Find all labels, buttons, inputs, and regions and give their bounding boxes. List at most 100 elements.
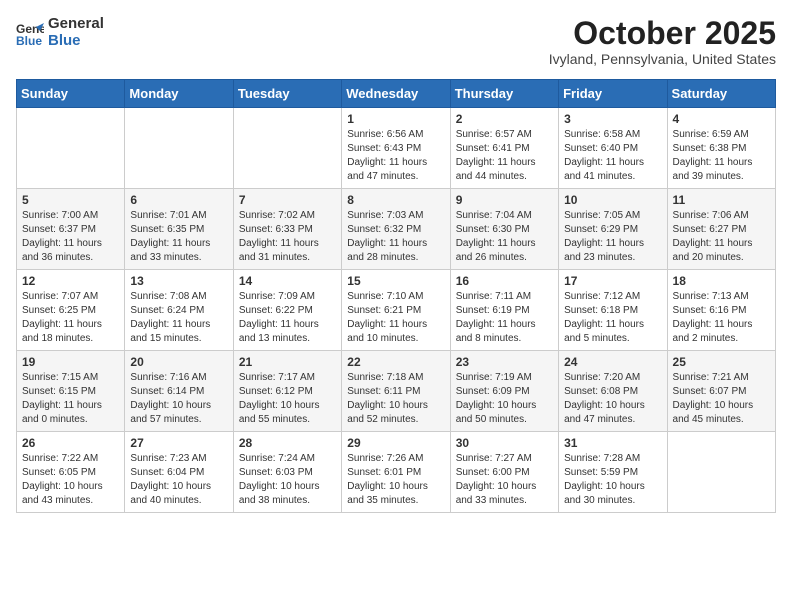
day-cell [667,432,775,513]
day-cell: 20Sunrise: 7:16 AMSunset: 6:14 PMDayligh… [125,351,233,432]
day-number: 28 [239,436,336,450]
day-cell: 13 Sunrise: 7:08 AMSunset: 6:24 PMDayligh… [125,270,233,351]
day-cell [17,108,125,189]
svg-text:Blue: Blue [16,34,42,47]
day-cell: 12 Sunrise: 7:07 AMSunset: 6:25 PMDayligh… [17,270,125,351]
day-number: 29 [347,436,444,450]
weekday-header-sunday: Sunday [17,80,125,108]
day-number: 24 [564,355,661,369]
weekday-header-friday: Friday [559,80,667,108]
week-row-3: 12 Sunrise: 7:07 AMSunset: 6:25 PMDayligh… [17,270,776,351]
day-cell: 21Sunrise: 7:17 AMSunset: 6:12 PMDayligh… [233,351,341,432]
day-cell: 30 Sunrise: 7:27 AMSunset: 6:00 PMDayligh… [450,432,558,513]
day-cell: 28 Sunrise: 7:24 AMSunset: 6:03 PMDayligh… [233,432,341,513]
day-info: Sunrise: 7:04 AMSunset: 6:30 PMDaylight:… [456,209,553,265]
week-row-4: 19 Sunrise: 7:15 AMSunset: 6:15 PMDayligh… [17,351,776,432]
day-info: Sunrise: 7:07 AMSunset: 6:25 PMDaylight:… [22,290,119,346]
day-info: Sunrise: 7:03 AMSunset: 6:32 PMDaylight:… [347,209,444,265]
weekday-header-monday: Monday [125,80,233,108]
day-cell: 4Sunrise: 6:59 AMSunset: 6:38 PMDaylight… [667,108,775,189]
logo-blue: Blue [48,33,104,50]
day-info: Sunrise: 7:06 AMSunset: 6:27 PMDaylight:… [673,209,770,265]
day-info: Sunrise: 6:59 AMSunset: 6:38 PMDaylight:… [673,128,770,184]
day-info: Sunrise: 7:15 AMSunset: 6:15 PMDaylight:… [22,371,119,427]
logo-general: General [48,16,104,33]
weekday-header-tuesday: Tuesday [233,80,341,108]
day-info: Sunrise: 7:20 AMSunset: 6:08 PMDaylight:… [564,371,661,427]
day-number: 30 [456,436,553,450]
day-number: 19 [22,355,119,369]
day-info: Sunrise: 6:58 AMSunset: 6:40 PMDaylight:… [564,128,661,184]
day-cell: 14 Sunrise: 7:09 AMSunset: 6:22 PMDayligh… [233,270,341,351]
day-cell: 27Sunrise: 7:23 AMSunset: 6:04 PMDayligh… [125,432,233,513]
day-number: 7 [239,193,336,207]
day-number: 31 [564,436,661,450]
day-cell: 23 Sunrise: 7:19 AMSunset: 6:09 PMDayligh… [450,351,558,432]
day-info: Sunrise: 7:24 AMSunset: 6:03 PMDaylight:… [239,452,336,508]
weekday-header-row: SundayMondayTuesdayWednesdayThursdayFrid… [17,80,776,108]
day-info: Sunrise: 7:28 AMSunset: 5:59 PMDaylight:… [564,452,661,508]
day-cell: 9 Sunrise: 7:04 AMSunset: 6:30 PMDaylight… [450,189,558,270]
day-number: 8 [347,193,444,207]
day-info: Sunrise: 6:56 AMSunset: 6:43 PMDaylight:… [347,128,444,184]
day-number: 18 [673,274,770,288]
day-cell: 11 Sunrise: 7:06 AMSunset: 6:27 PMDayligh… [667,189,775,270]
day-number: 14 [239,274,336,288]
day-number: 17 [564,274,661,288]
day-info: Sunrise: 7:22 AMSunset: 6:05 PMDaylight:… [22,452,119,508]
day-number: 2 [456,112,553,126]
day-cell: 16Sunrise: 7:11 AMSunset: 6:19 PMDayligh… [450,270,558,351]
day-info: Sunrise: 7:08 AMSunset: 6:24 PMDaylight:… [130,290,227,346]
day-number: 13 [130,274,227,288]
day-number: 11 [673,193,770,207]
calendar-table: SundayMondayTuesdayWednesdayThursdayFrid… [16,79,776,513]
day-number: 10 [564,193,661,207]
month-title: October 2025 [549,16,776,51]
day-info: Sunrise: 7:01 AMSunset: 6:35 PMDaylight:… [130,209,227,265]
day-cell: 29 Sunrise: 7:26 AMSunset: 6:01 PMDayligh… [342,432,450,513]
day-info: Sunrise: 7:21 AMSunset: 6:07 PMDaylight:… [673,371,770,427]
week-row-5: 26 Sunrise: 7:22 AMSunset: 6:05 PMDayligh… [17,432,776,513]
day-number: 23 [456,355,553,369]
day-number: 6 [130,193,227,207]
day-info: Sunrise: 7:23 AMSunset: 6:04 PMDaylight:… [130,452,227,508]
day-cell: 17 Sunrise: 7:12 AMSunset: 6:18 PMDayligh… [559,270,667,351]
day-info: Sunrise: 7:10 AMSunset: 6:21 PMDaylight:… [347,290,444,346]
day-cell: 18 Sunrise: 7:13 AMSunset: 6:16 PMDayligh… [667,270,775,351]
day-cell: 19 Sunrise: 7:15 AMSunset: 6:15 PMDayligh… [17,351,125,432]
day-number: 26 [22,436,119,450]
location: Ivyland, Pennsylvania, United States [549,51,776,67]
week-row-1: 1 Sunrise: 6:56 AMSunset: 6:43 PMDaylight… [17,108,776,189]
day-cell: 22Sunrise: 7:18 AMSunset: 6:11 PMDayligh… [342,351,450,432]
day-info: Sunrise: 7:13 AMSunset: 6:16 PMDaylight:… [673,290,770,346]
day-info: Sunrise: 7:00 AMSunset: 6:37 PMDaylight:… [22,209,119,265]
day-info: Sunrise: 7:09 AMSunset: 6:22 PMDaylight:… [239,290,336,346]
day-cell [125,108,233,189]
day-number: 1 [347,112,444,126]
day-cell: 3 Sunrise: 6:58 AMSunset: 6:40 PMDaylight… [559,108,667,189]
day-info: Sunrise: 7:12 AMSunset: 6:18 PMDaylight:… [564,290,661,346]
day-number: 12 [22,274,119,288]
logo-icon: General Blue [16,19,44,47]
day-cell: 10 Sunrise: 7:05 AMSunset: 6:29 PMDayligh… [559,189,667,270]
day-number: 16 [456,274,553,288]
day-cell [233,108,341,189]
weekday-header-wednesday: Wednesday [342,80,450,108]
day-cell: 1 Sunrise: 6:56 AMSunset: 6:43 PMDaylight… [342,108,450,189]
page-header: General Blue General Blue October 2025 I… [16,16,776,67]
title-area: October 2025 Ivyland, Pennsylvania, Unit… [549,16,776,67]
day-number: 3 [564,112,661,126]
weekday-header-thursday: Thursday [450,80,558,108]
day-cell: 24 Sunrise: 7:20 AMSunset: 6:08 PMDayligh… [559,351,667,432]
day-cell: 31 Sunrise: 7:28 AMSunset: 5:59 PMDayligh… [559,432,667,513]
day-cell: 26 Sunrise: 7:22 AMSunset: 6:05 PMDayligh… [17,432,125,513]
day-info: Sunrise: 7:27 AMSunset: 6:00 PMDaylight:… [456,452,553,508]
day-info: Sunrise: 7:19 AMSunset: 6:09 PMDaylight:… [456,371,553,427]
day-info: Sunrise: 7:02 AMSunset: 6:33 PMDaylight:… [239,209,336,265]
day-cell: 5Sunrise: 7:00 AMSunset: 6:37 PMDaylight… [17,189,125,270]
day-info: Sunrise: 7:05 AMSunset: 6:29 PMDaylight:… [564,209,661,265]
day-info: Sunrise: 7:26 AMSunset: 6:01 PMDaylight:… [347,452,444,508]
weekday-header-saturday: Saturday [667,80,775,108]
day-info: Sunrise: 6:57 AMSunset: 6:41 PMDaylight:… [456,128,553,184]
day-number: 9 [456,193,553,207]
